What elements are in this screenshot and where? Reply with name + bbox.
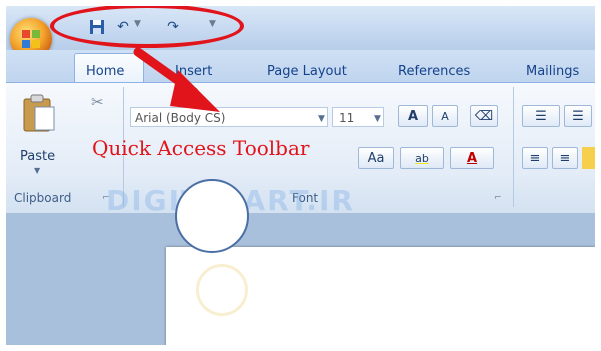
font-name-combobox[interactable]: Arial (Body CS) [130,107,328,127]
clear-formatting-button[interactable]: ⌫ [470,105,498,127]
tab-page-layout[interactable]: Page Layout [267,64,347,79]
numbering-button[interactable]: ☰ [564,105,592,127]
font-name-chevron-down-icon[interactable]: ▼ [318,114,325,124]
office-logo-icon [22,30,40,48]
clear-formatting-icon: ⌫ [474,109,494,124]
document-area [6,213,595,345]
font-name-value: Arial (Body CS) [135,111,226,125]
chevron-down-icon: ▼ [34,166,41,175]
ribbon-tab-strip: Home Insert Page Layout References Maili… [6,50,595,87]
paste-label: Paste [20,149,56,164]
shrink-font-label: A [441,110,449,123]
group-label-clipboard: Clipboard [14,191,72,205]
align-left-button[interactable]: ≡ [522,147,548,169]
change-case-button[interactable]: Aa [358,147,394,169]
callout-label: Quick Access Toolbar [92,136,310,160]
bullets-icon: ☰ [535,109,547,124]
paste-icon [23,94,55,132]
font-size-chevron-down-icon[interactable]: ▼ [374,114,381,124]
align-right-button[interactable] [582,147,595,169]
align-left-icon: ≡ [529,151,541,166]
font-dialog-launcher-icon[interactable]: ⌐ [494,193,502,203]
numbering-icon: ☰ [572,109,584,124]
shrink-font-button[interactable]: A [432,105,458,127]
group-separator [513,87,514,207]
align-center-button[interactable]: ≡ [552,147,578,169]
highlight-button[interactable]: ab [400,147,444,169]
align-center-icon: ≡ [559,151,571,166]
change-case-label: Aa [367,151,385,166]
font-color-label: A [466,151,478,166]
bullets-button[interactable]: ☰ [522,105,560,127]
grow-font-label: A [407,109,419,124]
tab-mailings[interactable]: Mailings [526,64,579,79]
cut-icon[interactable]: ✂ [91,93,104,111]
annotation-ellipse [50,6,244,48]
font-size-value: 11 [339,111,355,125]
white-circle-overlay [175,179,249,253]
paste-button[interactable]: Paste ▼ [12,91,66,175]
tab-insert[interactable]: Insert [175,64,212,79]
grow-font-button[interactable]: A [398,105,428,127]
tab-home[interactable]: Home [86,64,124,79]
font-color-button[interactable]: A [450,147,494,169]
tab-references[interactable]: References [398,64,470,79]
faint-circle-mark [196,264,248,316]
word-window: ↶ ▼ ↷ ▼ Home Insert Page Layout Referenc… [6,6,595,345]
highlight-label: ab [415,152,429,165]
